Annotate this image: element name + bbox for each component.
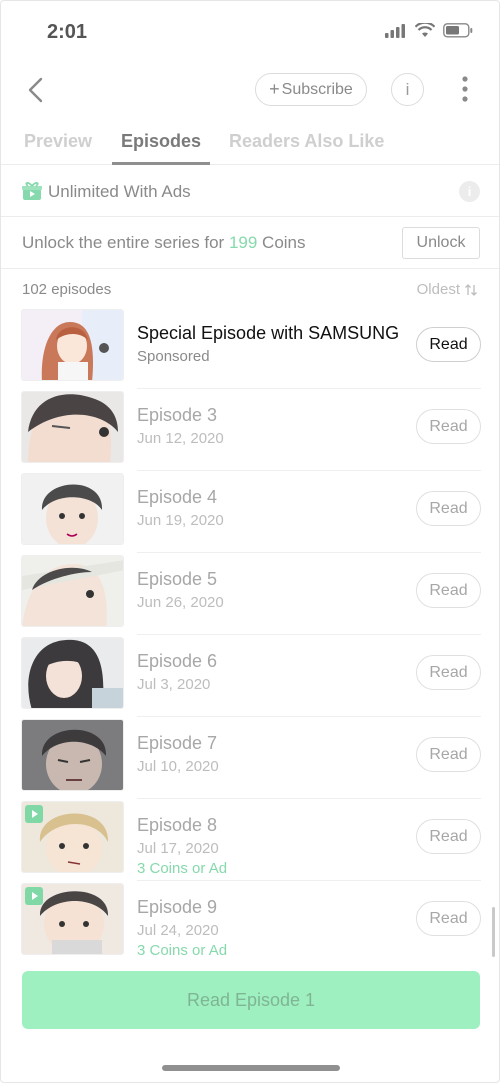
back-button[interactable] [23,73,53,107]
app-frame: 2:01 + Subscribe i Preview Episodes Read… [0,0,500,1083]
unlimited-info-icon[interactable]: i [459,181,480,202]
list-item[interactable]: Episode 4 Jun 19, 2020 Read [21,471,481,553]
tab-bar: Preview Episodes Readers Also Like [1,117,499,165]
chevron-left-icon [28,77,43,103]
unlimited-with-ads-row[interactable]: Unlimited With Ads i [1,165,499,217]
episode-thumbnail [21,801,124,873]
episode-thumbnail [21,309,124,381]
unlock-button[interactable]: Unlock [402,227,480,259]
read-button[interactable]: Read [416,573,481,608]
more-options-button[interactable] [453,75,477,105]
tab-episodes[interactable]: Episodes [121,131,201,152]
list-item[interactable]: Episode 7 Jul 10, 2020 Read [21,717,481,799]
gift-badge-icon [25,887,43,905]
vertical-dots-icon [462,76,468,102]
gift-badge-icon [25,805,43,823]
episode-thumbnail [21,391,124,463]
episode-date: Jun 12, 2020 [137,430,224,447]
signal-icon [385,23,405,38]
episode-date: Jul 10, 2020 [137,758,219,775]
tab-preview[interactable]: Preview [24,131,92,152]
list-item[interactable]: Special Episode with SAMSUNG Sponsored R… [21,307,481,389]
status-bar: 2:01 [1,1,499,61]
list-item[interactable]: Episode 8 Jul 17, 2020 3 Coins or Ad Rea… [21,799,481,881]
episode-thumbnail [21,719,124,791]
episode-date: Jul 3, 2020 [137,676,211,693]
read-button[interactable]: Read [416,901,481,936]
subscribe-button[interactable]: + Subscribe [255,73,367,106]
read-button[interactable]: Read [416,737,481,772]
list-item[interactable]: Episode 6 Jul 3, 2020 Read [21,635,481,717]
episode-title: Episode 3 [137,405,218,425]
read-button[interactable]: Read [416,819,481,854]
read-button[interactable]: Read [416,491,481,526]
gift-icon [22,182,42,200]
unlock-prefix: Unlock the entire series for [22,233,225,252]
unlock-text: Unlock the entire series for 199 Coins [22,233,306,253]
episode-date: Jun 26, 2020 [137,594,224,611]
episode-promo: 3 Coins or Ad [137,942,228,959]
episode-date: Jun 19, 2020 [137,512,224,529]
episode-count: 102 episodes [22,281,112,298]
episode-thumbnail [21,637,124,709]
episode-promo: 3 Coins or Ad [137,860,228,877]
episode-date: Sponsored [137,348,210,365]
sort-label: Oldest [416,281,460,298]
list-item[interactable]: Episode 5 Jun 26, 2020 Read [21,553,481,635]
subscribe-label: Subscribe [281,80,353,98]
top-navigation: + Subscribe i [1,65,499,115]
episode-title: Special Episode with SAMSUNG [137,323,400,343]
read-button[interactable]: Read [416,655,481,690]
episode-title: Episode 7 [137,733,218,753]
read-button[interactable]: Read [416,327,481,362]
episode-date: Jul 24, 2020 [137,922,219,939]
list-item[interactable]: Episode 3 Jun 12, 2020 Read [21,389,481,471]
info-button[interactable]: i [391,73,424,106]
read-button[interactable]: Read [416,409,481,444]
episode-title: Episode 4 [137,487,218,507]
info-icon: i [405,79,410,99]
episode-title: Episode 9 [137,897,218,917]
battery-icon [443,23,473,38]
sort-toggle[interactable]: Oldest [417,281,478,298]
unlimited-label: Unlimited With Ads [48,182,191,201]
episode-date: Jul 17, 2020 [137,840,219,857]
status-icons [385,23,473,38]
home-indicator[interactable] [162,1065,340,1071]
unlock-suffix: Coins [262,233,306,252]
sort-arrows-icon [465,283,477,296]
plus-icon: + [269,79,280,99]
read-episode-1-button[interactable]: Read Episode 1 [22,971,480,1029]
episode-thumbnail [21,473,124,545]
tab-readers-also-like[interactable]: Readers Also Like [229,131,384,152]
status-time: 2:01 [47,21,88,43]
episode-list-header: 102 episodes Oldest [1,281,499,303]
unlock-series-row: Unlock the entire series for 199 Coins U… [1,217,499,269]
episode-title: Episode 5 [137,569,218,589]
wifi-icon [415,23,435,37]
scrollbar[interactable] [492,907,495,957]
episode-thumbnail [21,883,124,955]
episode-title: Episode 6 [137,651,218,671]
unlock-coin-amount: 199 [228,233,258,252]
episode-title: Episode 8 [137,815,218,835]
episode-thumbnail [21,555,124,627]
list-item[interactable]: Episode 9 Jul 24, 2020 3 Coins or Ad Rea… [21,881,481,959]
info-glyph: i [467,184,472,199]
